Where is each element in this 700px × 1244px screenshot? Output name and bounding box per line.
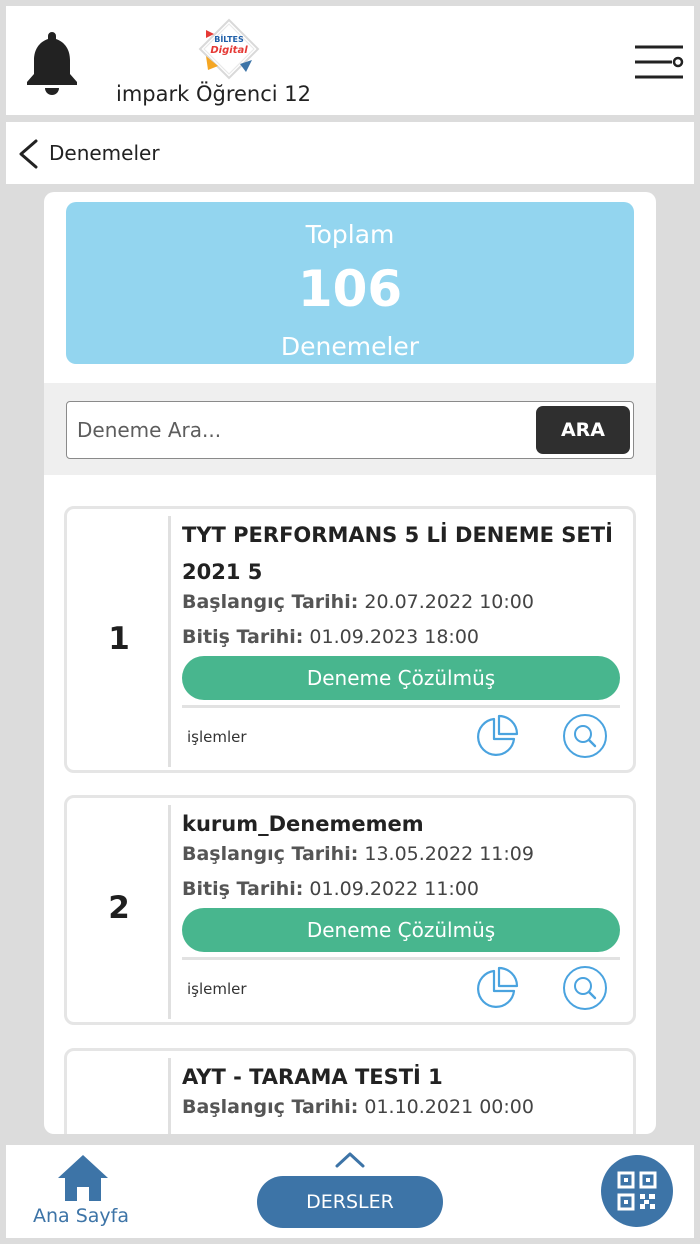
end-date-label: Bitiş Tarihi:: [182, 626, 304, 648]
chevron-up-icon[interactable]: [334, 1149, 366, 1169]
start-date-row: Başlangıç Tarihi: 13.05.2022 11:09: [182, 843, 534, 865]
status-solved-button[interactable]: Deneme Çözülmüş: [182, 908, 620, 952]
card-divider: [168, 805, 171, 1019]
home-label: Ana Sayfa: [32, 1205, 129, 1227]
bottom-nav: Ana Sayfa DERSLER: [6, 1145, 694, 1238]
end-date-label: Bitiş Tarihi:: [182, 878, 304, 900]
search-detail-icon[interactable]: [562, 713, 608, 759]
end-date-row: Bitiş Tarihi: 01.09.2023 18:00: [182, 626, 479, 648]
total-label: Toplam: [305, 220, 395, 249]
start-date-label: Başlangıç Tarihi:: [182, 843, 359, 865]
exam-card[interactable]: AYT - TARAMA TESTİ 1 Başlangıç Tarihi: 0…: [64, 1048, 636, 1134]
actions-label: işlemler: [187, 980, 247, 998]
qr-code-button[interactable]: [601, 1155, 673, 1227]
home-nav-button[interactable]: Ana Sayfa: [26, 1153, 136, 1231]
card-divider: [168, 516, 171, 767]
svg-text:BİLTES: BİLTES: [214, 34, 244, 44]
end-date-row: Bitiş Tarihi: 01.09.2022 11:00: [182, 878, 479, 900]
menu-icon[interactable]: [632, 42, 686, 82]
page-title: Denemeler: [49, 141, 160, 165]
actions-label: işlemler: [187, 728, 247, 746]
start-date-row: Başlangıç Tarihi: 01.10.2021 00:00: [182, 1096, 534, 1118]
exam-title: kurum_Denememem: [182, 812, 424, 836]
search-section: ARA: [44, 383, 656, 475]
pie-chart-icon[interactable]: [474, 965, 520, 1011]
home-icon: [58, 1155, 108, 1201]
lessons-button[interactable]: DERSLER: [257, 1176, 443, 1228]
start-date-value: 20.07.2022 10:00: [364, 591, 534, 613]
svg-text:Digital: Digital: [210, 45, 248, 56]
actions-divider: [182, 705, 620, 708]
status-solved-button[interactable]: Deneme Çözülmüş: [182, 656, 620, 700]
exam-index: 1: [108, 621, 130, 657]
exam-card[interactable]: 1 TYT PERFORMANS 5 Lİ DENEME SETİ 2021 5…: [64, 506, 636, 773]
top-bar: BİLTES Digital impark Öğrenci 12: [6, 6, 694, 115]
total-sublabel: Denemeler: [280, 332, 420, 361]
biltes-digital-logo: BİLTES Digital: [198, 18, 260, 80]
notification-bell-icon[interactable]: [22, 28, 82, 96]
start-date-label: Başlangıç Tarihi:: [182, 591, 359, 613]
card-divider: [168, 1058, 171, 1134]
exam-title: TYT PERFORMANS 5 Lİ DENEME SETİ 2021 5: [182, 523, 613, 584]
exam-title: AYT - TARAMA TESTİ 1: [182, 1065, 443, 1089]
end-date-value: 01.09.2022 11:00: [309, 878, 480, 900]
start-date-value: 13.05.2022 11:09: [364, 843, 534, 865]
start-date-value: 01.10.2021 00:00: [364, 1096, 534, 1118]
search-detail-icon[interactable]: [562, 965, 608, 1011]
search-input[interactable]: [77, 410, 527, 450]
end-date-value: 01.09.2023 18:00: [309, 626, 480, 648]
total-summary-card: Toplam 106 Denemeler: [66, 202, 634, 364]
exams-panel: Toplam 106 Denemeler ARA 1 TYT PERFORMAN…: [44, 192, 656, 1134]
search-box: ARA: [66, 401, 634, 459]
total-count: 106: [297, 260, 403, 318]
search-button[interactable]: ARA: [536, 406, 630, 454]
start-date-row: Başlangıç Tarihi: 20.07.2022 10:00: [182, 591, 534, 613]
qr-code-icon: [617, 1171, 657, 1211]
actions-divider: [182, 957, 620, 960]
user-name: impark Öğrenci 12: [116, 82, 311, 106]
back-arrow-icon[interactable]: [16, 138, 40, 170]
pie-chart-icon[interactable]: [474, 713, 520, 759]
exam-card[interactable]: 2 kurum_Denememem Başlangıç Tarihi: 13.0…: [64, 795, 636, 1025]
sub-header: Denemeler: [6, 122, 694, 184]
exam-index: 2: [108, 890, 130, 926]
start-date-label: Başlangıç Tarihi:: [182, 1096, 359, 1118]
